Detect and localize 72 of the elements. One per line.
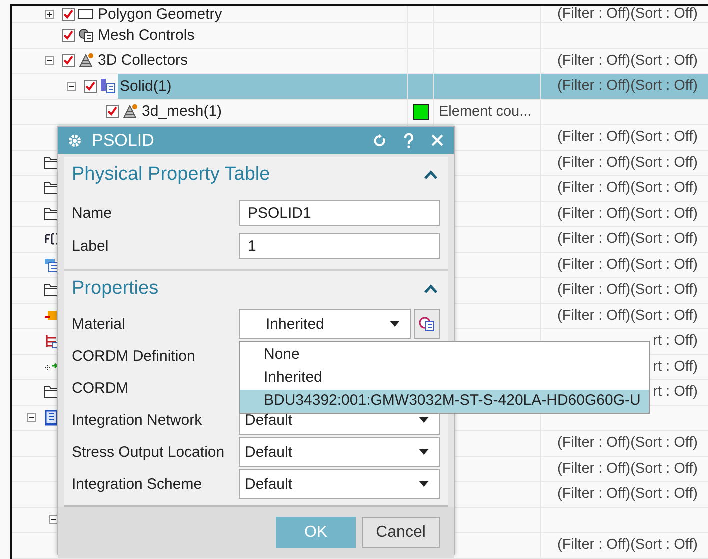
table-cell-text: (Filter : Off)(Sort : Off) [556, 206, 698, 222]
table-cell-text: Element cou... [438, 104, 532, 120]
tree-item-label[interactable]: 3D Collectors [96, 48, 190, 73]
expand-icon[interactable] [45, 10, 54, 18]
mesh-collector-icon [122, 104, 138, 120]
table-cell-text: rt : Off) [652, 358, 698, 375]
table-cell-text: (Filter : Off)(Sort : Off) [556, 52, 698, 69]
material-icon [419, 316, 435, 332]
dropdown[interactable]: Default [239, 469, 440, 499]
field-label: CORDM Definition [72, 348, 196, 364]
collapse-icon[interactable] [45, 56, 54, 66]
dropdown[interactable]: Default [239, 437, 440, 467]
checkbox[interactable] [106, 105, 119, 118]
dropdown[interactable]: Inherited [239, 309, 411, 339]
help-icon[interactable] [403, 132, 415, 148]
table-cell-text: (Filter : Off)(Sort : Off) [556, 180, 698, 196]
field-label: Integration Network [72, 412, 204, 428]
solid-collector-icon [100, 78, 116, 94]
table-cell-text: (Filter : Off)(Sort : Off) [556, 6, 698, 22]
tree-item-label[interactable]: Polygon Geometry [96, 6, 224, 22]
dropdown-option[interactable]: BDU34392:001:GMW3032M-ST-S-420LA-HD60G60G-U [240, 390, 649, 413]
checkbox[interactable] [62, 8, 75, 20]
collapse-caret-icon[interactable] [424, 284, 438, 294]
field-label: Label [72, 238, 110, 254]
tree-item-label[interactable]: Mesh Controls [96, 23, 197, 48]
field-label: Material [72, 316, 126, 332]
field-label: Integration Scheme [72, 476, 204, 492]
settings-icon [68, 134, 82, 148]
mesh-collector-icon [78, 52, 94, 69]
table-cell-text: (Filter : Off)(Sort : Off) [556, 308, 698, 324]
model-icon [44, 410, 60, 426]
field-label: CORDM [72, 380, 130, 396]
close-icon[interactable] [431, 134, 444, 147]
text-field[interactable]: PSOLID1 [239, 200, 440, 226]
tree-item-label[interactable]: Solid(1) [118, 74, 174, 98]
dropdown-arrow-icon [419, 481, 429, 487]
table-cell-text: (Filter : Off)(Sort : Off) [556, 282, 698, 298]
dropdown-option[interactable]: None [240, 344, 649, 367]
tree-item-label[interactable]: 3d_mesh(1) [140, 100, 224, 124]
section-title[interactable]: Physical Property Table [72, 164, 270, 186]
collapse-icon[interactable] [27, 413, 36, 422]
collapse-icon[interactable] [67, 82, 76, 91]
collapse-caret-icon[interactable] [424, 170, 438, 180]
window-title: PSOLID [92, 130, 156, 150]
selected-row-highlight[interactable]: Solid(1) (Filter : Off)(Sort : Off) [12, 74, 708, 100]
table-cell-text: (Filter : Off)(Sort : Off) [556, 460, 698, 477]
field-label: Stress Output Location [72, 444, 226, 460]
dropdown-arrow-icon [390, 321, 400, 327]
material-browser-button[interactable] [414, 309, 440, 339]
checkbox[interactable] [62, 28, 75, 42]
dropdown-option[interactable]: Inherited [240, 367, 649, 390]
table-cell-text: (Filter : Off)(Sort : Off) [556, 78, 698, 94]
table-cell-text: (Filter : Off)(Sort : Off) [556, 231, 698, 248]
table-cell-text: (Filter : Off)(Sort : Off) [556, 537, 698, 554]
table-cell-text: (Filter : Off)(Sort : Off) [556, 486, 698, 502]
mesh-gear-icon [78, 27, 94, 44]
table-cell-text: rt : Off) [652, 384, 698, 400]
dropdown-arrow-icon [419, 417, 429, 423]
text-field[interactable]: 1 [239, 233, 440, 259]
table-cell-text: (Filter : Off)(Sort : Off) [556, 435, 698, 452]
table-cell-text: (Filter : Off)(Sort : Off) [556, 129, 698, 146]
table-cell-text: (Filter : Off)(Sort : Off) [556, 154, 698, 171]
section-title[interactable]: Properties [72, 278, 159, 300]
table-cell-text: rt : Off) [652, 333, 698, 350]
reset-icon[interactable] [373, 134, 387, 148]
checkbox[interactable] [84, 80, 97, 93]
field-label: Name [72, 204, 114, 222]
cancel-button[interactable]: Cancel [362, 517, 440, 548]
table-cell-text: (Filter : Off)(Sort : Off) [556, 256, 698, 273]
checkbox[interactable] [62, 54, 75, 68]
collapse-icon[interactable] [49, 515, 58, 524]
dropdown-arrow-icon [419, 449, 429, 455]
